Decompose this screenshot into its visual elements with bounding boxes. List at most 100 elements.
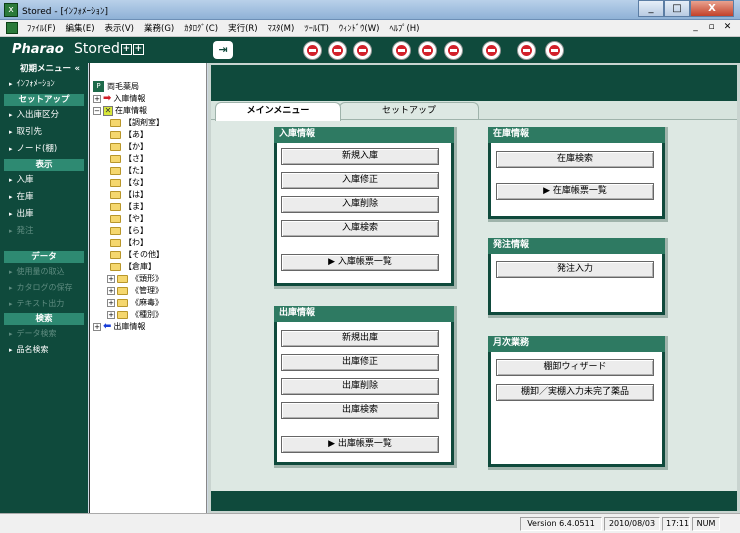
- close-button[interactable]: X: [690, 0, 734, 17]
- expand-icon[interactable]: +: [93, 322, 101, 331]
- tree-folder[interactable]: 【倉庫】: [110, 261, 156, 272]
- sidebar-item-data-search[interactable]: データ検索: [0, 326, 88, 342]
- expand-icon[interactable]: +: [107, 286, 115, 295]
- sidebar-item-save-catalog[interactable]: カタログの保存: [0, 280, 88, 296]
- mdi-restore-button[interactable]: ▫: [705, 21, 718, 34]
- navigation-tree: P 両毛薬局 + ➡ 入庫情報 − ✕ 在庫情報 【調剤室】 【あ】 【か】 【さ】 【た…: [89, 63, 207, 513]
- mdi-minimize-button[interactable]: _: [689, 21, 702, 34]
- sidebar-item-import-usage[interactable]: 使用量の取込: [0, 264, 88, 280]
- stop-icon[interactable]: [303, 41, 322, 60]
- sidebar-item-text-output[interactable]: テキスト出力: [0, 296, 88, 312]
- tab-bar: メインメニュー セットアップ: [211, 101, 737, 121]
- status-version: Version 6.4.0511: [520, 517, 602, 531]
- tree-folder[interactable]: + 《管理》: [107, 285, 163, 296]
- menu-master[interactable]: ﾏｽﾀ(M): [263, 22, 300, 34]
- menu-run[interactable]: 実行(R): [223, 22, 263, 34]
- menu-tools[interactable]: ﾂｰﾙ(T): [299, 22, 334, 34]
- sidebar-item-receiving[interactable]: 入庫: [0, 172, 88, 189]
- folder-icon: [110, 142, 121, 151]
- new-receiving-button[interactable]: 新規入庫: [281, 148, 439, 165]
- tree-node-receiving[interactable]: + ➡ 入庫情報: [93, 93, 145, 104]
- sidebar-header-search: 検索: [4, 313, 84, 325]
- menu-help[interactable]: ﾍﾙﾌﾟ(H): [384, 22, 424, 34]
- maximize-button[interactable]: □: [664, 0, 690, 17]
- edit-receiving-button[interactable]: 入庫修正: [281, 172, 439, 189]
- receiving-report-list-button[interactable]: ▶ 入庫帳票一覧: [281, 254, 439, 271]
- tab-setup[interactable]: セットアップ: [339, 102, 479, 120]
- menu-view[interactable]: 表示(V): [100, 22, 139, 34]
- tree-folder[interactable]: 【は】: [110, 189, 148, 200]
- tree-folder[interactable]: 【か】: [110, 141, 148, 152]
- tree-node-stock[interactable]: − ✕ 在庫情報: [93, 105, 147, 116]
- menu-edit[interactable]: 編集(E): [61, 22, 100, 34]
- tree-folder[interactable]: + 《麻毒》: [107, 297, 163, 308]
- tree-node-label: 入庫情報: [113, 94, 146, 103]
- tree-folder[interactable]: 【ら】: [110, 225, 148, 236]
- search-receiving-button[interactable]: 入庫検索: [281, 220, 439, 237]
- tree-folder[interactable]: 【あ】: [110, 129, 148, 140]
- tree-folder[interactable]: 【さ】: [110, 153, 148, 164]
- document-icon[interactable]: [6, 22, 18, 34]
- stop-icon[interactable]: [517, 41, 536, 60]
- tab-main-menu[interactable]: メインメニュー: [215, 102, 341, 121]
- sidebar-item-node-shelf[interactable]: ノード(棚): [0, 141, 88, 158]
- sidebar-item-supplier[interactable]: 取引先: [0, 124, 88, 141]
- sidebar-item-product-search[interactable]: 品名検索: [0, 342, 88, 358]
- sidebar-item-order[interactable]: 発注: [0, 223, 88, 240]
- stop-icon[interactable]: [444, 41, 463, 60]
- menu-file[interactable]: ﾌｧｲﾙ(F): [22, 22, 61, 34]
- sidebar-item-shipping[interactable]: 出庫: [0, 206, 88, 223]
- tree-folder[interactable]: 【わ】: [110, 237, 148, 248]
- stop-icon[interactable]: [482, 41, 501, 60]
- tree-root[interactable]: P 両毛薬局: [93, 81, 139, 92]
- menu-business[interactable]: 業務(G): [139, 22, 179, 34]
- product-logo: Stored + +: [74, 41, 144, 57]
- order-entry-button[interactable]: 発注入力: [496, 261, 654, 278]
- panel-title: 月次業務: [488, 336, 665, 352]
- expand-icon[interactable]: +: [107, 274, 115, 283]
- tree-folder[interactable]: 【な】: [110, 177, 148, 188]
- mdi-close-button[interactable]: ✕: [721, 21, 734, 34]
- tree-folder[interactable]: + 《頭形》: [107, 273, 163, 284]
- menu-catalog[interactable]: ｶﾀﾛｸﾞ(C): [179, 22, 223, 34]
- delete-receiving-button[interactable]: 入庫削除: [281, 196, 439, 213]
- folder-icon: [110, 238, 121, 247]
- stop-icon[interactable]: [328, 41, 347, 60]
- expand-icon[interactable]: +: [107, 298, 115, 307]
- stop-icon[interactable]: [418, 41, 437, 60]
- shipping-report-list-button[interactable]: ▶ 出庫帳票一覧: [281, 436, 439, 453]
- sidebar-item-information[interactable]: ｲﾝﾌｫﾒｰｼｮﾝ: [0, 76, 88, 93]
- incomplete-inventory-button[interactable]: 棚卸／実棚入力未完了薬品: [496, 384, 654, 401]
- panel-body: 在庫検索 ▶ 在庫帳票一覧: [491, 143, 662, 216]
- edit-shipping-button[interactable]: 出庫修正: [281, 354, 439, 371]
- stock-report-list-button[interactable]: ▶ 在庫帳票一覧: [496, 183, 654, 200]
- inventory-wizard-button[interactable]: 棚卸ウィザード: [496, 359, 654, 376]
- tree-folder[interactable]: 【調剤室】: [110, 117, 164, 128]
- delete-shipping-button[interactable]: 出庫削除: [281, 378, 439, 395]
- folder-label: 【な】: [124, 178, 148, 187]
- expand-icon[interactable]: +: [93, 94, 101, 103]
- stop-icon[interactable]: [353, 41, 372, 60]
- new-shipping-button[interactable]: 新規出庫: [281, 330, 439, 347]
- folder-label: 【調剤室】: [124, 118, 164, 127]
- collapse-icon[interactable]: −: [93, 106, 101, 115]
- sidebar-item-stock[interactable]: 在庫: [0, 189, 88, 206]
- search-shipping-button[interactable]: 出庫検索: [281, 402, 439, 419]
- tree-folder[interactable]: 【ま】: [110, 201, 148, 212]
- folder-label: 【は】: [124, 190, 148, 199]
- menu-window[interactable]: ｳｨﾝﾄﾞｳ(W): [334, 22, 385, 34]
- sidebar-item-transfer-type[interactable]: 入出庫区分: [0, 107, 88, 124]
- tree-folder[interactable]: 【その他】: [110, 249, 164, 260]
- tree-folder[interactable]: 【た】: [110, 165, 148, 176]
- tree-folder[interactable]: 【や】: [110, 213, 148, 224]
- stop-icon[interactable]: [392, 41, 411, 60]
- exit-icon[interactable]: ⇥: [213, 41, 233, 59]
- expand-icon[interactable]: +: [107, 310, 115, 319]
- tree-folder[interactable]: + 《種別》: [107, 309, 163, 320]
- tree-node-shipping[interactable]: + ⬅ 出庫情報: [93, 321, 145, 332]
- minimize-button[interactable]: _: [638, 0, 664, 17]
- stop-icon[interactable]: [545, 41, 564, 60]
- collapse-icon[interactable]: «: [75, 63, 81, 75]
- panel-shipping: 出庫情報 新規出庫 出庫修正 出庫削除 出庫検索 ▶ 出庫帳票一覧: [274, 306, 457, 468]
- search-stock-button[interactable]: 在庫検索: [496, 151, 654, 168]
